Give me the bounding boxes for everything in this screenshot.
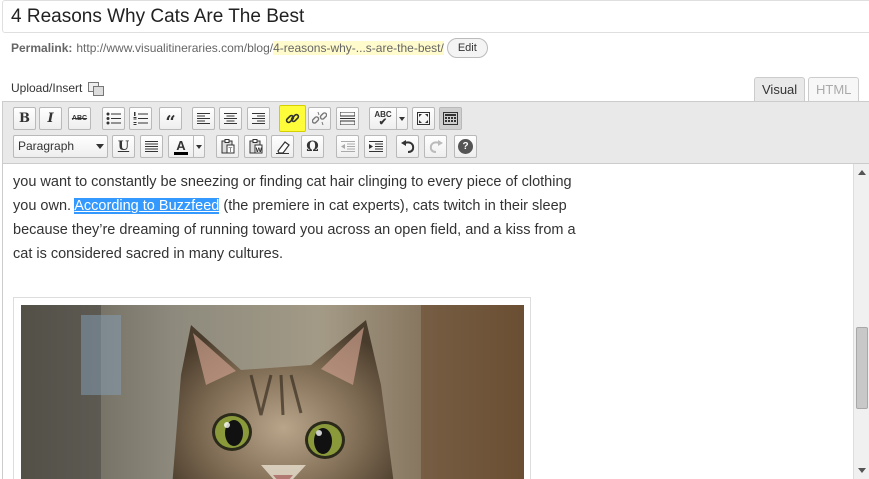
text-color-button[interactable]: A [168, 135, 194, 158]
post-paragraph[interactable]: you want to constantly be sneezing or fi… [13, 164, 593, 266]
text-segment: you own. [13, 198, 75, 214]
blockquote-icon: “ [165, 111, 176, 133]
paste-text-icon: T [221, 139, 234, 154]
fullscreen-icon [417, 112, 430, 125]
scroll-up-arrow-icon[interactable] [858, 170, 866, 175]
align-left-icon [197, 113, 210, 124]
text-segment: (the premiere in cat experts), cats twit… [219, 198, 567, 214]
italic-icon: I [47, 111, 54, 126]
upload-insert-label[interactable]: Upload/Insert [11, 81, 82, 95]
align-right-icon [252, 113, 265, 124]
align-center-button[interactable] [219, 107, 242, 130]
strikethrough-icon: ABC [71, 115, 88, 122]
text-line: because they’re dreaming of running towa… [13, 222, 576, 238]
paste-word-button[interactable]: W [244, 135, 267, 158]
bullet-list-icon [106, 112, 121, 125]
scroll-down-arrow-icon[interactable] [858, 468, 866, 473]
scrollbar-thumb[interactable] [856, 327, 868, 409]
text-line: cat is considered sacred in many culture… [13, 246, 283, 262]
undo-icon [400, 140, 414, 153]
text-color-icon: A [176, 137, 186, 153]
numbered-list-button[interactable] [129, 107, 152, 130]
editor-content[interactable]: you want to constantly be sneezing or fi… [2, 164, 853, 479]
paste-word-icon: W [249, 139, 262, 154]
tab-visual[interactable]: Visual [754, 77, 806, 102]
tab-html[interactable]: HTML [808, 77, 860, 102]
align-right-button[interactable] [247, 107, 270, 130]
eraser-icon [276, 140, 290, 154]
indent-button[interactable] [364, 135, 387, 158]
text-line: you own. According to Buzzfeed (the prem… [13, 194, 593, 218]
spellcheck-icon: ABC ✔ [374, 110, 391, 128]
blockquote-button[interactable]: “ [159, 107, 182, 133]
paste-text-button[interactable]: T [216, 135, 239, 158]
underline-button[interactable]: U [112, 135, 135, 158]
text-color-swatch [174, 151, 188, 155]
special-character-button[interactable]: Ω [301, 135, 324, 158]
text-color-dropdown-arrow[interactable] [194, 135, 205, 158]
media-gallery-icon[interactable] [88, 81, 105, 96]
bold-button[interactable]: B [13, 107, 36, 130]
image-frame[interactable] [13, 297, 531, 479]
kitchen-sink-button[interactable] [439, 107, 462, 130]
clear-formatting-button[interactable] [271, 135, 294, 158]
italic-button[interactable]: I [39, 107, 62, 130]
numbered-list-icon [133, 112, 148, 125]
cat-photo-illustration [21, 305, 524, 479]
more-tag-icon [340, 112, 355, 125]
indent-icon [368, 141, 383, 152]
redo-button[interactable] [424, 135, 447, 158]
help-icon: ? [458, 139, 473, 154]
undo-button[interactable] [396, 135, 419, 158]
align-center-icon [224, 113, 237, 124]
insert-link-button[interactable] [279, 105, 306, 132]
editor-scrollbar[interactable] [853, 164, 869, 479]
align-left-button[interactable] [192, 107, 215, 130]
unlink-button[interactable] [308, 107, 331, 130]
spellcheck-button[interactable]: ABC ✔ [369, 107, 397, 130]
selected-link-text[interactable]: According to Buzzfeed [74, 198, 220, 214]
editor-toolbar: B I ABC “ ABC ✔ Paragraph U A T W Ω ? [2, 101, 869, 164]
fullscreen-button[interactable] [412, 107, 435, 130]
text-line: you want to constantly be sneezing or fi… [13, 174, 572, 190]
link-icon [285, 113, 300, 124]
format-select-value: Paragraph [18, 139, 75, 153]
edit-permalink-button[interactable]: Edit [446, 38, 488, 58]
checkmark-icon: ✔ [378, 116, 388, 128]
permalink-label: Permalink: [11, 41, 73, 55]
permalink-row: Permalink: http://www.visualitineraries.… [11, 38, 488, 58]
upload-insert[interactable]: Upload/Insert [11, 81, 105, 96]
permalink-base-url: http://www.visualitineraries.com/blog/ [76, 41, 274, 55]
insert-more-tag-button[interactable] [336, 107, 359, 130]
format-select[interactable]: Paragraph [13, 135, 108, 158]
justify-icon [145, 141, 158, 152]
svg-text:W: W [255, 147, 262, 154]
bold-icon: B [19, 111, 30, 126]
omega-icon: Ω [306, 138, 319, 155]
post-title-input[interactable] [2, 0, 869, 33]
chevron-down-icon [96, 144, 104, 149]
underline-icon: U [117, 139, 130, 154]
redo-icon [429, 140, 443, 153]
outdent-icon [340, 141, 355, 152]
outdent-button[interactable] [336, 135, 359, 158]
help-button[interactable]: ? [454, 135, 477, 158]
cat-photo[interactable] [21, 305, 524, 479]
strikethrough-button[interactable]: ABC [68, 107, 91, 130]
justify-button[interactable] [140, 135, 163, 158]
permalink-slug[interactable]: 4-reasons-why-...s-are-the-best/ [273, 41, 444, 55]
spellcheck-dropdown-arrow[interactable] [397, 107, 408, 130]
bullet-list-button[interactable] [102, 107, 125, 130]
svg-text:T: T [227, 147, 232, 154]
unlink-icon [312, 111, 327, 126]
kitchen-sink-icon [443, 112, 458, 125]
